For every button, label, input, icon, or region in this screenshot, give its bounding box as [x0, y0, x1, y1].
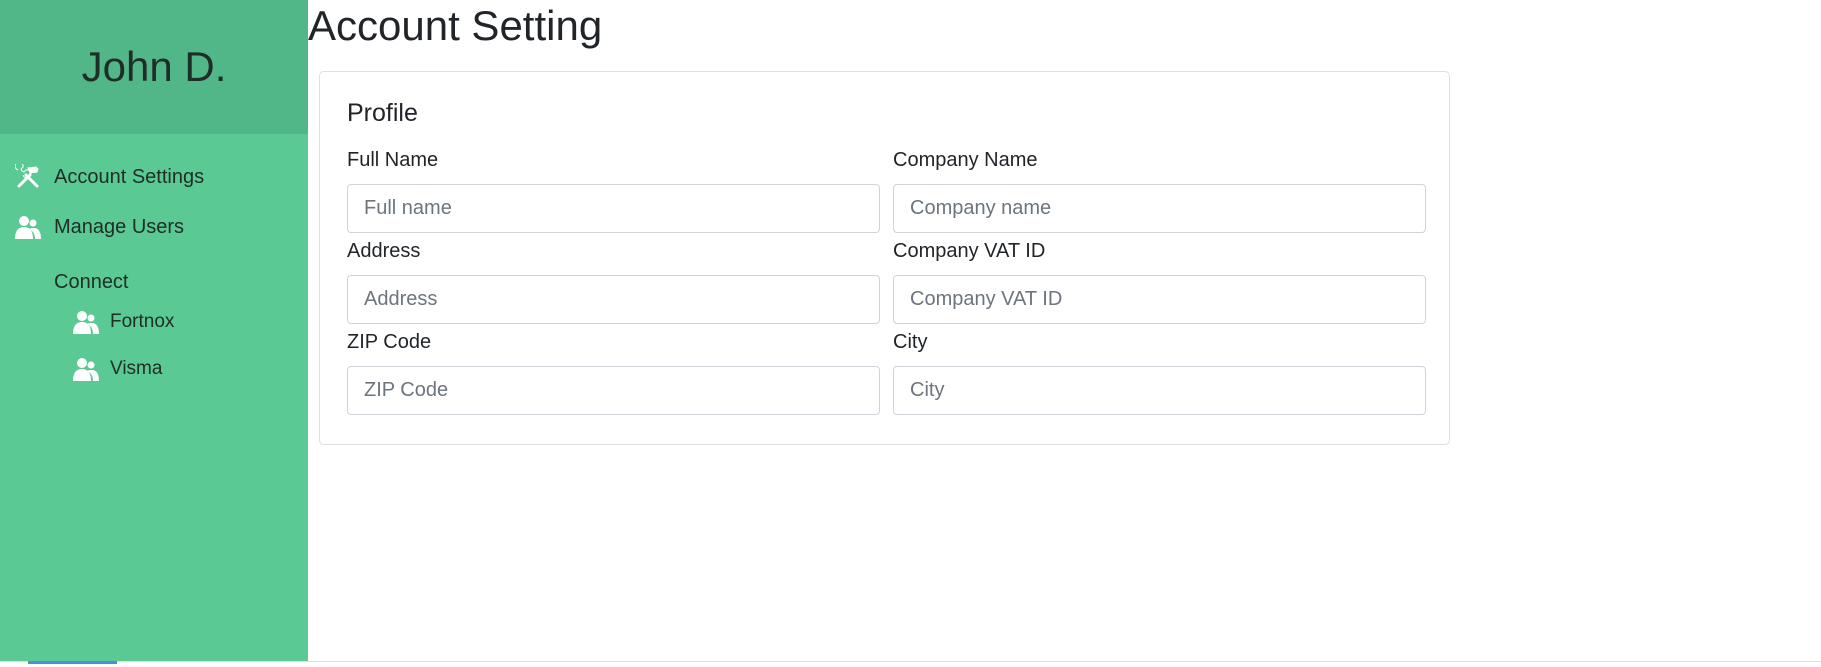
sidebar-item-label: Visma: [110, 357, 163, 379]
address-group: Address: [347, 239, 880, 324]
profile-title: Profile: [347, 99, 418, 127]
full-name-label: Full Name: [347, 149, 439, 171]
city-label: City: [893, 331, 928, 353]
zip-code-label: ZIP Code: [347, 331, 432, 353]
users-icon: [72, 355, 100, 383]
zip-code-input[interactable]: [347, 366, 880, 415]
address-input[interactable]: [347, 275, 880, 324]
bottom-divider: [0, 661, 1821, 662]
company-name-group: Company Name: [893, 148, 1426, 233]
connect-group-title: Connect: [54, 271, 129, 293]
city-input[interactable]: [893, 366, 1426, 415]
main-content: Account Setting Profile Full Name Compan…: [308, 0, 1821, 661]
sidebar-item-visma[interactable]: Visma: [0, 345, 308, 392]
app: John D. Account Settings Manage Users Co…: [0, 0, 1821, 667]
user-name: John D.: [81, 43, 227, 90]
full-name-input[interactable]: [347, 184, 880, 233]
sidebar-nav: Account Settings Manage Users: [0, 134, 308, 252]
company-vat-id-input[interactable]: [893, 275, 1426, 324]
sidebar-item-account-settings[interactable]: Account Settings: [0, 152, 308, 202]
tools-icon: [14, 163, 42, 191]
sidebar: John D. Account Settings Manage Users Co…: [0, 0, 308, 661]
sidebar-header: John D.: [0, 0, 308, 134]
company-vat-id-label: Company VAT ID: [893, 240, 1046, 262]
users-icon: [72, 308, 100, 336]
company-name-label: Company Name: [893, 149, 1038, 171]
sidebar-item-label: Fortnox: [110, 310, 175, 332]
company-name-input[interactable]: [893, 184, 1426, 233]
bottom-indicator: [28, 661, 117, 664]
sidebar-item-manage-users[interactable]: Manage Users: [0, 202, 308, 252]
sidebar-item-label: Account Settings: [54, 165, 205, 188]
city-group: City: [893, 330, 1426, 415]
sidebar-item-label: Manage Users: [54, 215, 185, 238]
profile-card: Profile Full Name Company Name Address C…: [319, 71, 1450, 445]
zip-code-group: ZIP Code: [347, 330, 880, 415]
address-label: Address: [347, 240, 421, 262]
full-name-group: Full Name: [347, 148, 880, 233]
company-vat-id-group: Company VAT ID: [893, 239, 1426, 324]
sidebar-item-fortnox[interactable]: Fortnox: [0, 298, 308, 345]
users-icon: [14, 213, 42, 241]
page-title: Account Setting: [308, 2, 603, 49]
